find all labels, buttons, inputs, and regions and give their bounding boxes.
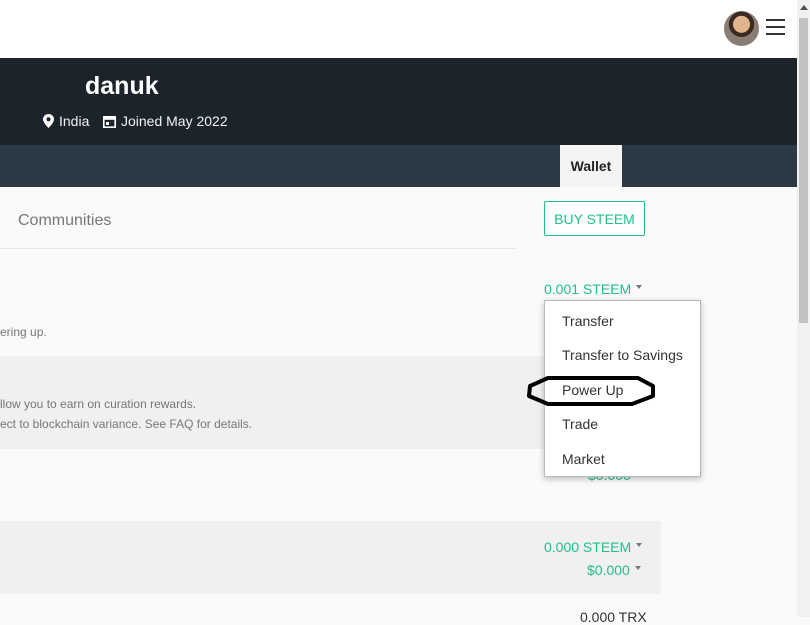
chevron-down-icon	[634, 566, 641, 571]
power-up-highlight-annotation	[527, 376, 655, 406]
scroll-thumb[interactable]	[799, 18, 808, 323]
user-avatar[interactable]	[724, 11, 759, 46]
savings-steem-dropdown[interactable]: 0.000 STEEM	[544, 539, 643, 555]
buy-steem-button[interactable]: BUY STEEM	[544, 201, 645, 236]
menu-item-transfer-to-savings[interactable]: Transfer to Savings	[562, 347, 683, 363]
menu-item-transfer[interactable]: Transfer	[562, 313, 614, 329]
steem-power-description-1: llow you to earn on curation rewards.	[0, 397, 197, 411]
page-scrollbar[interactable]	[797, 0, 810, 617]
menu-item-market[interactable]: Market	[562, 451, 605, 467]
profile-location: India	[43, 113, 89, 129]
chevron-down-icon	[636, 285, 643, 290]
subnav-communities[interactable]: Communities	[18, 212, 111, 230]
profile-username: danuk	[85, 72, 159, 100]
scroll-up-icon[interactable]	[800, 5, 808, 10]
steem-power-description-2: ect to blockchain variance. See FAQ for …	[0, 417, 253, 431]
tab-wallet[interactable]: Wallet	[560, 145, 622, 187]
map-pin-icon	[43, 114, 54, 128]
savings-steem-value: 0.000 STEEM	[544, 539, 632, 555]
location-text: India	[59, 113, 90, 129]
profile-joined: Joined May 2022	[103, 113, 228, 129]
savings-row	[0, 521, 661, 594]
chevron-down-icon	[636, 543, 643, 548]
hamburger-menu-icon[interactable]	[766, 19, 785, 36]
steem-balance-value: 0.001 STEEM	[544, 281, 632, 297]
calendar-icon	[103, 115, 116, 128]
menu-item-trade[interactable]: Trade	[562, 416, 598, 432]
savings-usd-value: $0.000	[587, 562, 630, 578]
subnav-divider	[0, 248, 516, 249]
steem-balance-dropdown[interactable]: 0.001 STEEM	[544, 281, 643, 297]
profile-banner: danuk India Joined May 2022	[0, 58, 797, 145]
profile-tabbar: Wallet	[0, 145, 797, 187]
bottom-value: 0.000 TRX	[580, 609, 647, 625]
steem-description: ering up.	[0, 325, 47, 339]
top-header	[0, 0, 797, 58]
savings-usd-dropdown[interactable]: $0.000	[587, 562, 641, 578]
joined-text: Joined May 2022	[121, 113, 228, 129]
